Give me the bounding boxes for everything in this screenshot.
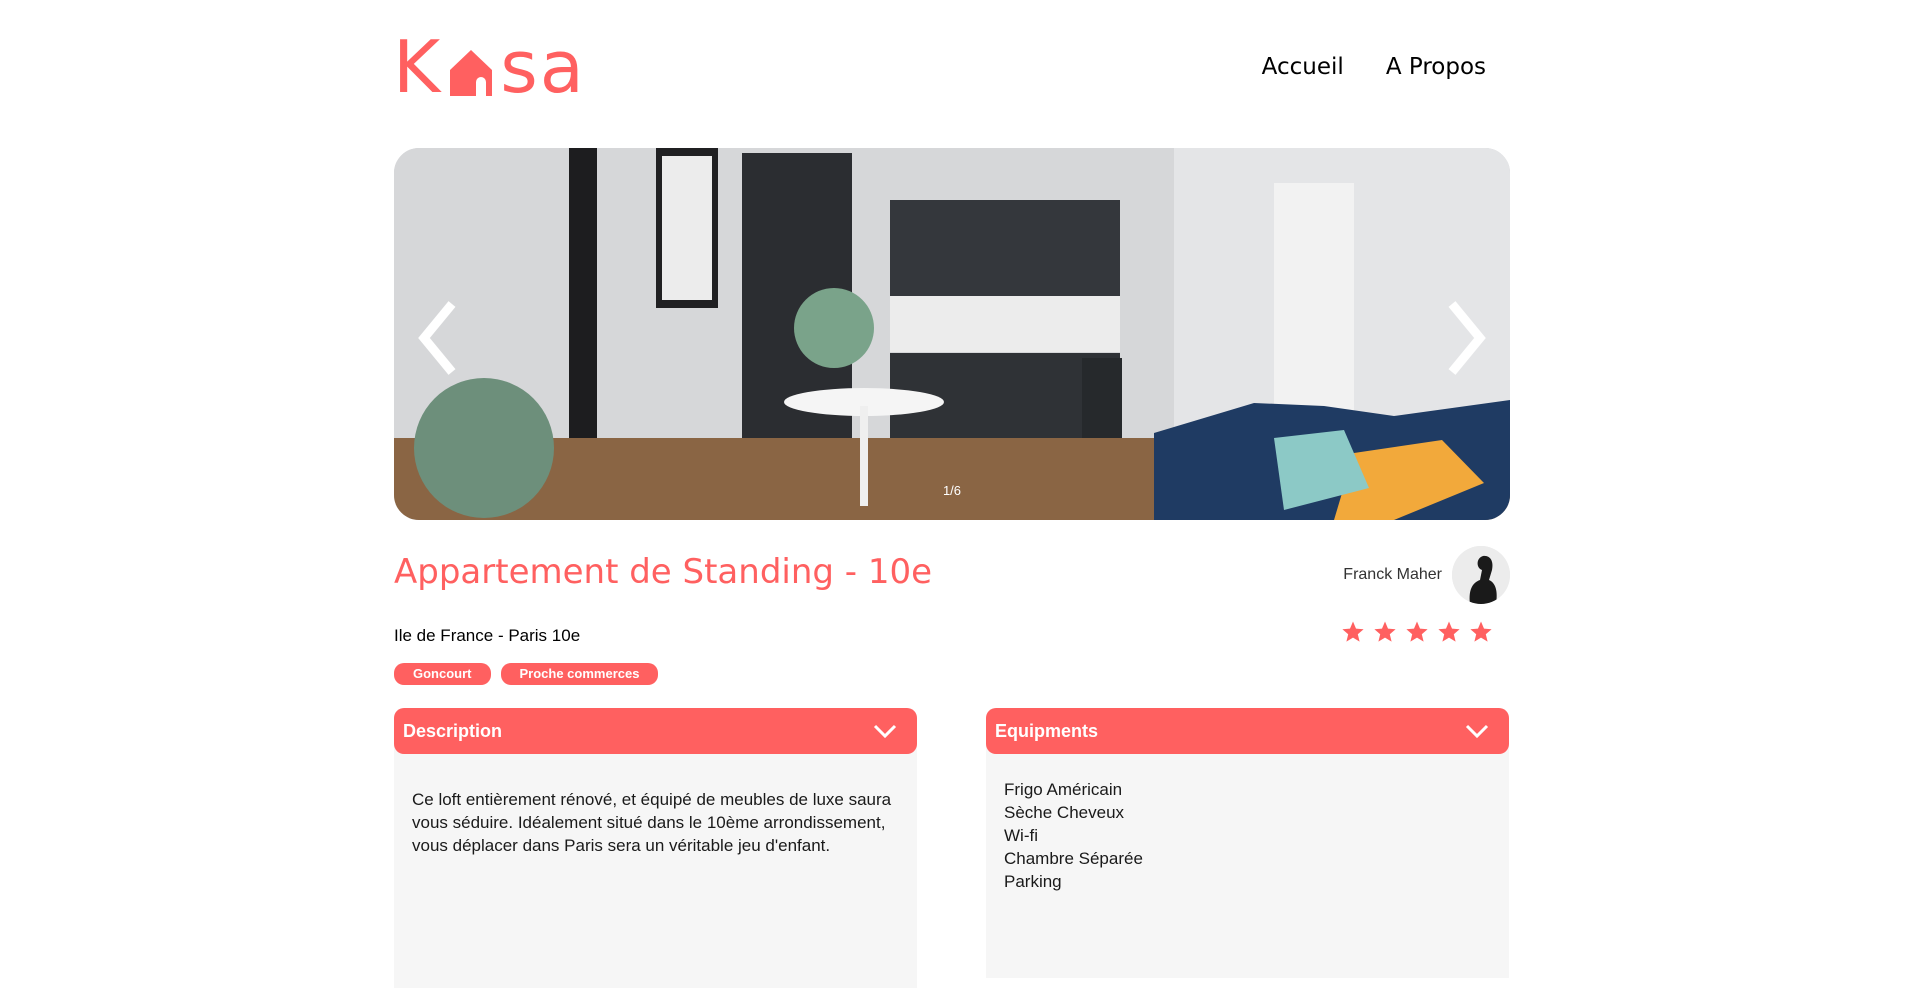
- listing-title: Appartement de Standing - 10e: [394, 552, 933, 592]
- house-icon: [450, 50, 493, 96]
- equipments-title: Equipments: [995, 720, 1099, 741]
- star-icon: [1342, 621, 1364, 642]
- equipment-item: Frigo Américain: [1004, 780, 1123, 799]
- equipment-item: Chambre Séparée: [1004, 849, 1143, 868]
- chevron-left-icon[interactable]: [414, 298, 464, 378]
- main-nav: Accueil A Propos: [1262, 54, 1486, 80]
- equipments-collapse: Equipments Frigo Américain Sèche Cheveux…: [986, 708, 1509, 978]
- nav-link-accueil[interactable]: Accueil: [1262, 54, 1344, 80]
- equipment-item: Sèche Cheveux: [1004, 803, 1125, 822]
- star-icon: [1438, 621, 1460, 642]
- listing-location: Ile de France - Paris 10e: [394, 626, 581, 645]
- host-name: Franck Maher: [1343, 566, 1442, 583]
- equipment-item: Wi-fi: [1004, 826, 1038, 845]
- star-icon: [1406, 621, 1428, 642]
- description-header[interactable]: Description: [394, 708, 917, 754]
- tag: Goncourt: [394, 663, 491, 685]
- host-avatar: [1452, 546, 1510, 604]
- carousel-counter: 1/6: [942, 483, 962, 498]
- kasa-logo[interactable]: K sa: [393, 25, 586, 109]
- description-body: Ce loft entièrement rénové, et équipé de…: [394, 744, 917, 988]
- logo-text-left: K: [393, 25, 443, 109]
- chevron-down-icon[interactable]: [873, 723, 897, 739]
- description-collapse: Description Ce loft entièrement rénové, …: [394, 708, 917, 988]
- star-icon: [1470, 621, 1492, 642]
- star-icon: [1374, 621, 1396, 642]
- rating-stars: [1341, 620, 1493, 644]
- description-title: Description: [403, 720, 503, 741]
- chevron-down-icon[interactable]: [1465, 723, 1489, 739]
- equipments-header[interactable]: Equipments: [986, 708, 1509, 754]
- photo-carousel: 1/6: [394, 148, 1510, 520]
- chevron-right-icon[interactable]: [1440, 298, 1490, 378]
- equipments-body: Frigo Américain Sèche Cheveux Wi-fi Cham…: [986, 744, 1509, 978]
- tag-list: Goncourt Proche commerces: [394, 663, 659, 685]
- host-info: Franck Maher: [1343, 546, 1510, 604]
- equipment-item: Parking: [1004, 872, 1062, 891]
- equipment-list: Frigo Américain Sèche Cheveux Wi-fi Cham…: [1004, 778, 1491, 893]
- apartment-photo: [394, 148, 1510, 520]
- logo-text-right: sa: [500, 25, 586, 109]
- tag: Proche commerces: [500, 663, 659, 685]
- nav-link-a-propos[interactable]: A Propos: [1386, 54, 1486, 80]
